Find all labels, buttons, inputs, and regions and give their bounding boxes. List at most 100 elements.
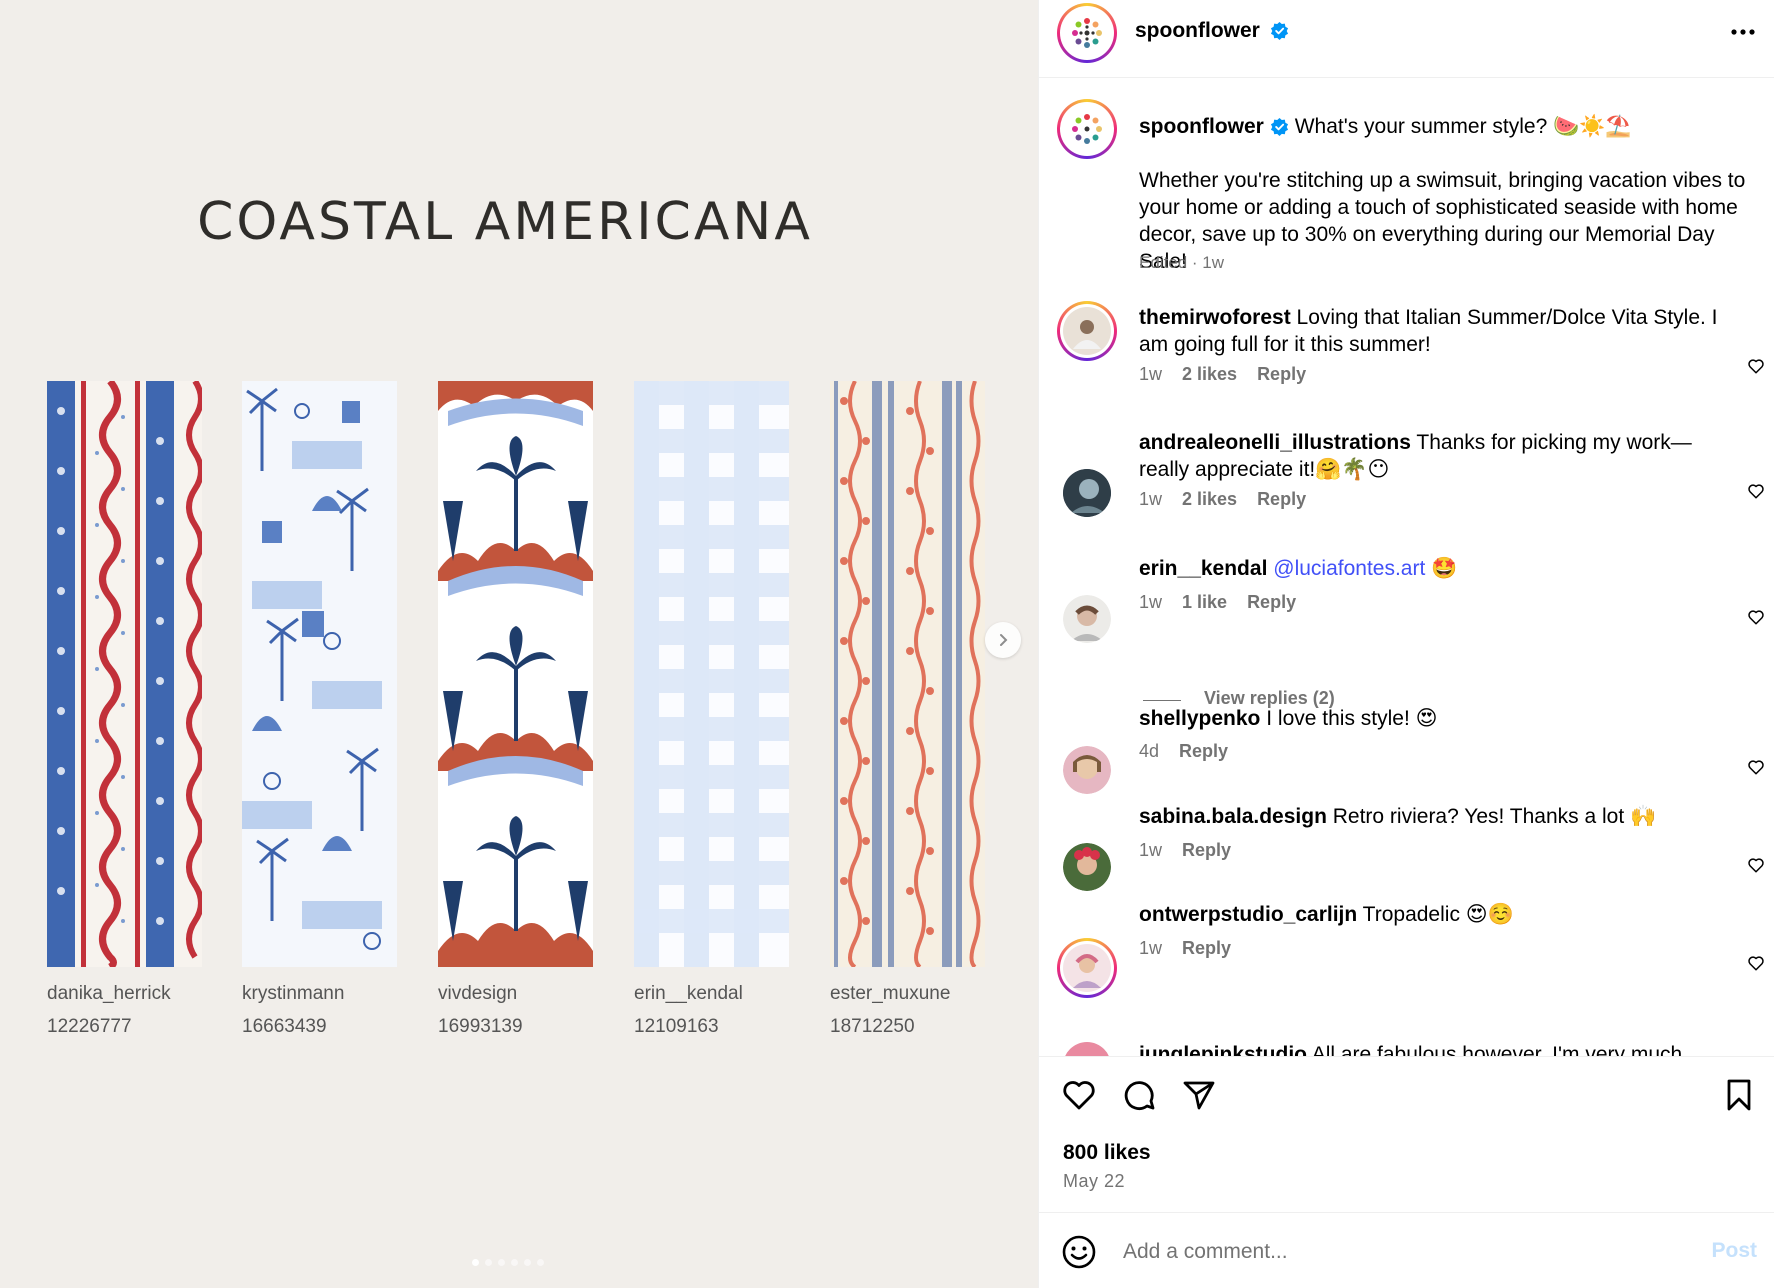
more-options-icon[interactable] (1727, 20, 1759, 44)
comment-reply-button[interactable]: Reply (1257, 364, 1306, 385)
comment-meta: 1w 2 likes Reply (1139, 489, 1306, 510)
carousel-dot (472, 1259, 479, 1266)
carousel-dot (511, 1259, 518, 1266)
caption-username[interactable]: spoonflower (1139, 115, 1264, 138)
swatch-image (438, 381, 593, 967)
commenter-avatar[interactable] (1063, 843, 1111, 891)
swatch-image (47, 381, 202, 967)
spoonflower-logo-icon (1072, 114, 1102, 144)
avatar-photo-icon (1063, 843, 1111, 891)
media-title: COASTAL AMERICANA (197, 192, 813, 252)
comment-username[interactable]: junglepinkstudio (1139, 1043, 1307, 1056)
comment-text: junglepinkstudio All are fabulous howeve… (1139, 1041, 1759, 1056)
commenter-avatar[interactable] (1063, 595, 1111, 643)
author-avatar[interactable] (1057, 3, 1117, 63)
comment-reply-button[interactable]: Reply (1182, 938, 1231, 959)
avatar-photo-icon (1063, 746, 1111, 794)
caption-body: Whether you're stitching up a swimsuit, … (1139, 169, 1746, 273)
commenter-avatar[interactable] (1063, 1042, 1111, 1056)
caption-headline: spoonflower What's your summer style? 🍉☀… (1139, 113, 1719, 140)
comment-icon[interactable] (1121, 1077, 1157, 1113)
comment-reply-button[interactable]: Reply (1257, 489, 1306, 510)
bookmark-icon[interactable] (1721, 1077, 1757, 1113)
spoonflower-logo-icon (1072, 18, 1102, 48)
comment-heart-icon[interactable] (1747, 954, 1765, 972)
avatar-photo-icon (1063, 595, 1111, 643)
carousel-dot (485, 1259, 492, 1266)
post-header: spoonflower (1039, 0, 1774, 78)
comment-body: All are fabulous however, I'm very much (1311, 1043, 1683, 1056)
comment-meta: 1w 2 likes Reply (1139, 364, 1306, 385)
post-comment-button[interactable]: Post (1711, 1239, 1757, 1263)
swatch-designer: danika_herrick (47, 983, 171, 1004)
instagram-post-view: COASTAL AMERICANA danika_herrick 1222677… (0, 0, 1774, 1288)
comment-heart-icon[interactable] (1747, 357, 1765, 375)
comment-text: themirwoforest Loving that Italian Summe… (1139, 304, 1719, 358)
carousel-dot (537, 1259, 544, 1266)
comment-time: 4d (1139, 741, 1160, 761)
swatch-id: 12109163 (634, 1016, 719, 1037)
swatch-designer: ester_muxune (830, 983, 951, 1004)
comment-mention-link[interactable]: @luciafontes.art (1273, 557, 1425, 580)
carousel-next-button[interactable] (985, 622, 1021, 658)
comment-meta: 1w 1 like Reply (1139, 592, 1296, 613)
share-icon[interactable] (1181, 1077, 1217, 1113)
commenter-avatar[interactable] (1063, 469, 1111, 517)
carousel-dot (524, 1259, 531, 1266)
comment-text: ontwerpstudio_carlijn Tropadelic 😍☺️ (1139, 901, 1719, 928)
comment-heart-icon[interactable] (1747, 758, 1765, 776)
verified-badge-icon (1270, 117, 1288, 136)
chevron-right-icon (1000, 634, 1008, 646)
comment-heart-icon[interactable] (1747, 482, 1765, 500)
post-actions: 800 likes May 22 (1039, 1056, 1774, 1212)
carousel-dots (472, 1259, 544, 1266)
comment-time: 1w (1139, 938, 1163, 958)
avatar-photo-icon (1063, 469, 1111, 517)
comment-time: 1w (1139, 840, 1163, 860)
comment-username[interactable]: sabina.bala.design (1139, 805, 1327, 828)
comment-username[interactable]: themirwoforest (1139, 306, 1291, 329)
caption-author-avatar[interactable] (1057, 99, 1117, 159)
comment-likes[interactable]: 2 likes (1182, 489, 1237, 510)
comment-username[interactable]: erin__kendal (1139, 557, 1267, 580)
swatch-id: 18712250 (830, 1016, 915, 1037)
post-side-panel: spoonflower spoonflower What's your summ… (1038, 0, 1774, 1288)
comment-time: 1w (1139, 489, 1163, 509)
comment-meta: 4d Reply (1139, 741, 1228, 762)
comment-reply-button[interactable]: Reply (1247, 592, 1296, 613)
commenter-avatar[interactable] (1057, 938, 1117, 998)
commenter-avatar[interactable] (1057, 301, 1117, 361)
author-username[interactable]: spoonflower (1135, 19, 1260, 42)
emoji-icon[interactable] (1061, 1234, 1097, 1270)
comment-likes[interactable]: 2 likes (1182, 364, 1237, 385)
comment-username[interactable]: shellypenko (1139, 707, 1260, 730)
comment-username[interactable]: ontwerpstudio_carlijn (1139, 903, 1357, 926)
comment-reply-button[interactable]: Reply (1182, 840, 1231, 861)
swatch-id: 16993139 (438, 1016, 523, 1037)
swatch-id: 12226777 (47, 1016, 132, 1037)
comment-body: Tropadelic 😍☺️ (1362, 903, 1514, 926)
swatch-designer: erin__kendal (634, 983, 743, 1004)
caption-headline-text: What's your summer style? 🍉☀️⛱️ (1294, 115, 1632, 138)
commenter-avatar[interactable] (1063, 746, 1111, 794)
comment-text: erin__kendal @luciafontes.art 🤩 (1139, 555, 1719, 582)
comment-heart-icon[interactable] (1747, 608, 1765, 626)
comment-reply-button[interactable]: Reply (1179, 741, 1228, 762)
comment-heart-icon[interactable] (1747, 856, 1765, 874)
add-comment-input[interactable] (1123, 1237, 1623, 1267)
caption-meta: Edited · 1w (1139, 253, 1225, 272)
post-date: May 22 (1063, 1171, 1126, 1191)
swatch-image (634, 381, 789, 967)
heart-icon[interactable] (1061, 1077, 1097, 1113)
comment-meta: 1w Reply (1139, 938, 1231, 959)
comment-likes[interactable]: 1 like (1182, 592, 1227, 613)
comment-text: andrealeonelli_illustrations Thanks for … (1139, 429, 1719, 483)
comment-username[interactable]: andrealeonelli_illustrations (1139, 431, 1411, 454)
view-replies-divider (1143, 700, 1181, 701)
comment-text: sabina.bala.design Retro riviera? Yes! T… (1139, 803, 1719, 830)
comment-body: I love this style! 😍 (1266, 707, 1438, 730)
swatch-image (830, 381, 985, 967)
post-media: COASTAL AMERICANA danika_herrick 1222677… (0, 0, 1038, 1288)
likes-count[interactable]: 800 likes (1063, 1141, 1151, 1165)
comments-scroll-area[interactable]: spoonflower What's your summer style? 🍉☀… (1039, 79, 1774, 1056)
